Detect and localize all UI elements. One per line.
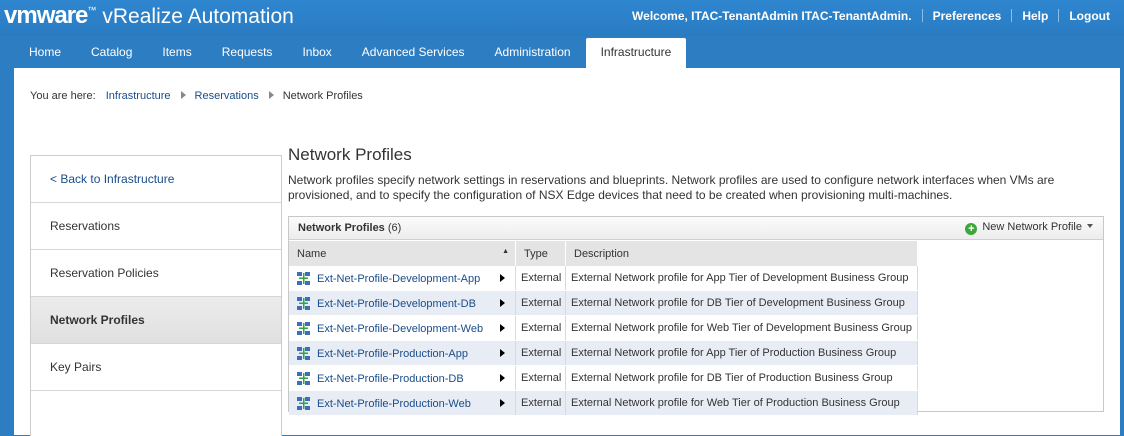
table-row[interactable]: Ext-Net-Profile-Production-DB External Ext… — [289, 365, 918, 391]
product-name: vRealize Automation — [102, 5, 294, 28]
profile-name-link[interactable]: Ext-Net-Profile-Production-DB — [317, 373, 464, 385]
grid-title: Network Profiles (6) — [298, 222, 401, 234]
network-icon — [297, 271, 310, 285]
caret-right-icon[interactable] — [500, 274, 505, 282]
network-icon — [297, 346, 310, 360]
cell-name: Ext-Net-Profile-Development-App — [289, 266, 516, 291]
cell-description: External Network profile for App Tier of… — [565, 340, 918, 366]
breadcrumb-prefix: You are here: — [30, 90, 96, 102]
grid-title-text: Network Profiles — [298, 222, 385, 234]
grid-count: (6) — [387, 222, 402, 234]
cell-type: External — [515, 390, 566, 416]
cell-description: External Network profile for Web Tier of… — [565, 390, 918, 416]
sort-ascending-icon: ▲ — [502, 247, 509, 255]
cell-type: External — [515, 315, 566, 341]
trademark-mark: ™ — [87, 5, 97, 15]
caret-down-icon — [1087, 224, 1093, 228]
caret-right-icon[interactable] — [500, 299, 505, 307]
cell-type: External — [515, 266, 566, 291]
new-network-profile-label: New Network Profile — [982, 221, 1082, 233]
caret-right-icon[interactable] — [500, 349, 505, 357]
cell-name: Ext-Net-Profile-Production-DB — [289, 365, 516, 391]
tab-items[interactable]: Items — [147, 38, 206, 67]
help-link[interactable]: Help — [1022, 9, 1048, 23]
page-description: Network profiles specify network setting… — [288, 173, 1055, 202]
table-row[interactable]: Ext-Net-Profile-Development-DB External Ex… — [289, 290, 918, 316]
logout-link[interactable]: Logout — [1069, 9, 1110, 23]
sidebar: < Back to Infrastructure Reservations Re… — [30, 155, 282, 436]
network-icon — [297, 396, 310, 410]
column-header-type[interactable]: Type — [515, 241, 566, 266]
separator — [921, 9, 923, 22]
sidebar-item-back-to-infrastructure[interactable]: < Back to Infrastructure — [31, 156, 281, 203]
network-icon — [297, 321, 310, 335]
profile-name-link[interactable]: Ext-Net-Profile-Production-App — [317, 348, 468, 360]
column-header-description[interactable]: Description — [565, 241, 918, 266]
caret-right-icon[interactable] — [500, 399, 505, 407]
tab-infrastructure[interactable]: Infrastructure — [585, 38, 687, 68]
tab-home[interactable]: Home — [14, 38, 76, 67]
cell-name: Ext-Net-Profile-Development-DB — [289, 290, 516, 316]
profile-name-link[interactable]: Ext-Net-Profile-Development-App — [317, 273, 480, 285]
table-row[interactable]: Ext-Net-Profile-Production-Web External Ex… — [289, 390, 918, 416]
grid-header: Network Profiles (6) + New Network Profil… — [289, 217, 1103, 240]
welcome-text: Welcome, ITAC-TenantAdmin ITAC-TenantAdm… — [632, 9, 912, 23]
cell-name: Ext-Net-Profile-Production-Web — [289, 390, 516, 416]
profile-name-link[interactable]: Ext-Net-Profile-Development-Web — [317, 323, 483, 335]
main-panel: You are here: Infrastructure Reservations… — [14, 68, 1120, 436]
vmware-logo: vmware — [4, 2, 88, 29]
page-title: Network Profiles — [288, 145, 412, 164]
breadcrumb-infrastructure[interactable]: Infrastructure — [106, 90, 171, 102]
tab-catalog[interactable]: Catalog — [76, 38, 147, 67]
table-row[interactable]: Ext-Net-Profile-Development-Web External E… — [289, 315, 918, 341]
cell-description: External Network profile for DB Tier of … — [565, 290, 918, 316]
profile-name-link[interactable]: Ext-Net-Profile-Production-Web — [317, 398, 471, 410]
caret-right-icon — [268, 91, 274, 99]
breadcrumb-reservations[interactable]: Reservations — [195, 90, 259, 102]
cell-description: External Network profile for DB Tier of … — [565, 365, 918, 391]
preferences-link[interactable]: Preferences — [933, 9, 1002, 23]
sidebar-item-reservations[interactable]: Reservations — [31, 203, 281, 250]
profiles-table: Name ▲ Type Description Ext-Net-Profile-D… — [289, 241, 918, 416]
app-header: vmware™ vRealize Automation Welcome, ITAC… — [0, 0, 1124, 36]
cell-type: External — [515, 340, 566, 366]
sidebar-item-network-profiles[interactable]: Network Profiles — [31, 297, 281, 344]
tab-administration[interactable]: Administration — [480, 38, 586, 67]
separator — [1058, 9, 1060, 22]
column-header-name-label: Name — [297, 247, 327, 260]
table-row[interactable]: Ext-Net-Profile-Production-App External Ex… — [289, 340, 918, 366]
tab-requests[interactable]: Requests — [207, 38, 288, 67]
cell-type: External — [515, 290, 566, 316]
table-row[interactable]: Ext-Net-Profile-Development-App External E… — [289, 266, 918, 291]
cell-description: External Network profile for App Tier of… — [565, 266, 918, 291]
network-icon — [297, 296, 310, 310]
network-profiles-grid: Network Profiles (6) + New Network Profil… — [288, 216, 1104, 416]
caret-right-icon[interactable] — [500, 324, 505, 332]
table-body: Ext-Net-Profile-Development-App External E… — [289, 266, 918, 416]
cell-name: Ext-Net-Profile-Production-App — [289, 340, 516, 366]
cell-description: External Network profile for Web Tier of… — [565, 315, 918, 341]
cell-type: External — [515, 365, 566, 391]
table-header-row: Name ▲ Type Description — [289, 241, 918, 266]
breadcrumb-current: Network Profiles — [282, 90, 363, 102]
sidebar-item-key-pairs[interactable]: Key Pairs — [31, 344, 281, 391]
caret-right-icon — [180, 91, 186, 99]
user-links: Welcome, ITAC-TenantAdmin ITAC-TenantAdm… — [632, 9, 1110, 23]
main-nav: Home Catalog Items Requests Inbox Advanced Se… — [14, 38, 687, 68]
network-icon — [297, 371, 310, 385]
plus-circle-icon: + — [965, 223, 978, 235]
new-network-profile-button[interactable]: + New Network Profile — [965, 221, 1093, 235]
caret-right-icon[interactable] — [500, 374, 505, 382]
tab-advanced-services[interactable]: Advanced Services — [347, 38, 480, 67]
separator — [1011, 9, 1013, 22]
column-header-name[interactable]: Name ▲ — [289, 241, 516, 266]
tab-inbox[interactable]: Inbox — [287, 38, 346, 67]
brand: vmware™ vRealize Automation — [4, 2, 294, 30]
breadcrumb: You are here: Infrastructure Reservations… — [30, 90, 363, 102]
sidebar-item-reservation-policies[interactable]: Reservation Policies — [31, 250, 281, 297]
cell-name: Ext-Net-Profile-Development-Web — [289, 315, 516, 341]
profile-name-link[interactable]: Ext-Net-Profile-Development-DB — [317, 298, 476, 310]
